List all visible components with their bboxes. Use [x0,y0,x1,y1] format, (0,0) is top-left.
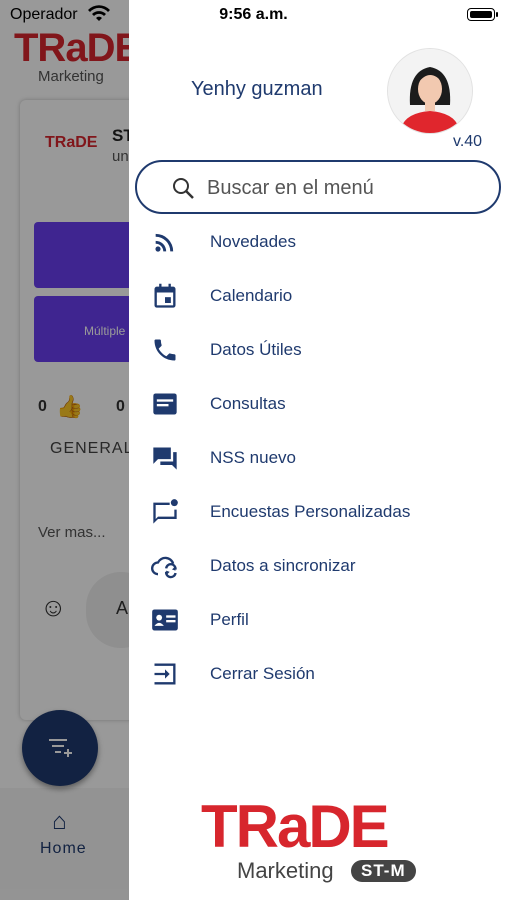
app-version: v.40 [453,133,483,150]
menu-item-label: Novedades [210,232,297,251]
phone-icon [154,339,176,361]
chat-notification-icon [153,499,178,524]
menu-item-label: Encuestas Personalizadas [210,502,411,521]
battery-icon [467,8,498,21]
chat-icon [153,447,177,470]
inbox-icon [153,393,177,415]
rss-feed-icon [155,233,174,252]
brand-word: TRaDE [201,793,390,860]
user-name: Yenhy guzman [191,78,323,100]
menu-item-perfil[interactable]: Perfil [129,593,507,647]
menu-item-consultas[interactable]: Consultas [129,377,507,431]
clock: 9:56 a.m. [219,6,288,23]
brand-badge: ST-M [351,860,416,882]
navigation-drawer: Yenhy guzman v.40 Novedades [129,0,507,900]
menu-search-input[interactable] [205,172,479,204]
logout-icon [154,663,176,685]
menu-item-datos-utiles[interactable]: Datos Útiles [129,323,507,377]
menu-item-label: Perfil [210,610,249,629]
menu-item-cerrar-sesion[interactable]: Cerrar Sesión [129,647,507,701]
menu-item-label: Cerrar Sesión [210,664,315,683]
menu-item-calendario[interactable]: Calendario [129,269,507,323]
menu-item-sincronizar[interactable]: Datos a sincronizar [129,539,507,593]
drawer-menu: Novedades Calendario Datos Útiles Consul… [129,215,507,701]
menu-item-label: Consultas [210,394,286,413]
calendar-icon [154,283,176,308]
cloud-sync-icon [151,556,177,579]
menu-item-label: NSS nuevo [210,448,296,467]
menu-item-novedades[interactable]: Novedades [129,215,507,269]
menu-item-encuestas[interactable]: Encuestas Personalizadas [129,485,507,539]
user-avatar-icon [388,49,472,133]
menu-item-nss-nuevo[interactable]: NSS nuevo [129,431,507,485]
avatar[interactable] [387,48,473,134]
status-bar: Operador 9:56 a.m. [0,0,507,30]
brand-sub: Marketing [237,858,334,883]
menu-item-label: Datos a sincronizar [210,556,356,575]
trade-marketing-logo: TRaDE Marketing ST-M [201,796,441,896]
menu-item-label: Datos Útiles [210,340,302,359]
menu-item-label: Calendario [210,286,293,305]
search-icon [173,178,194,199]
id-card-icon [152,609,178,631]
menu-search-box[interactable] [135,160,501,214]
